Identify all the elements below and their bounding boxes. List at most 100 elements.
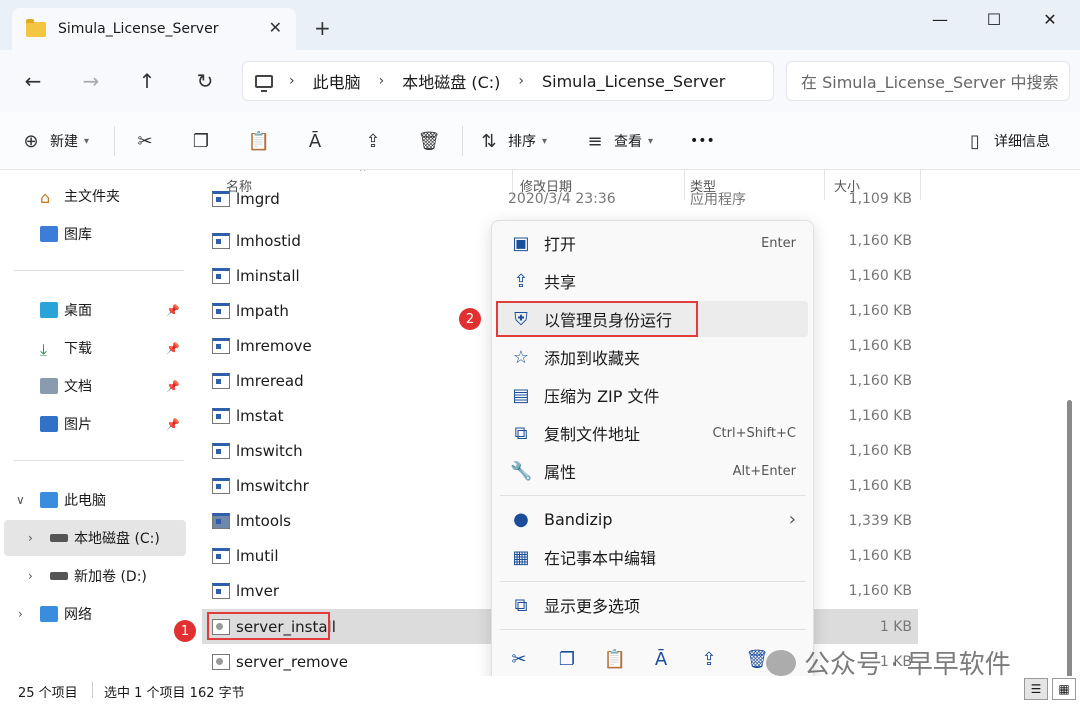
sidebar-item-network[interactable]: › 网络 [0,596,186,632]
address-bar[interactable]: › 此电脑 › 本地磁盘 (C:) › Simula_License_Serve… [242,61,774,101]
sort-button[interactable]: ⇅ 排序 ▾ [478,126,547,156]
chevron-right-icon: › [18,607,23,621]
forward-button[interactable]: → [76,66,106,96]
menu-item-bandizip[interactable]: ● Bandizip › [498,501,808,537]
share-icon[interactable]: ⇪ [696,649,722,675]
menu-item-open[interactable]: ▣ 打开 Enter [498,225,808,261]
new-tab-button[interactable]: + [314,16,331,40]
delete-button[interactable]: 🗑 [417,126,441,156]
more-button[interactable]: ••• [690,126,715,156]
new-label: 新建 [50,134,78,150]
file-size: 1,160 KB [848,232,912,249]
details-label: 详细信息 [994,134,1050,150]
sidebar-item-drive-c[interactable]: › 本地磁盘 (C:) [4,520,186,556]
zip-icon: ▤ [512,384,530,406]
details-pane-button[interactable]: ▯ 详细信息 [964,126,1050,156]
sort-arrow-icon: ⌃ [358,170,368,179]
file-name: lmtools [236,511,291,530]
tab-simula[interactable]: Simula_License_Server ✕ [12,8,296,50]
copy-icon[interactable]: ❐ [554,649,580,675]
file-size: 1,160 KB [848,372,912,389]
minimize-button[interactable]: — [920,6,960,32]
menu-item-share[interactable]: ⇪ 共享 [498,263,808,299]
chevron-right-icon: › [28,531,33,545]
copy-path-icon: ⧉ [514,422,528,444]
file-size: 1,160 KB [848,477,912,494]
sidebar-item-label: 下载 [64,341,92,357]
file-type: 应用程序 [690,192,746,208]
status-divider [92,682,93,698]
tab-close-icon[interactable]: ✕ [269,18,282,37]
sidebar-item-home[interactable]: ⌂ 主文件夹 [0,178,186,214]
file-name: lmutil [236,546,279,565]
step-marker-1: 1 [174,620,196,642]
vertical-scrollbar[interactable] [1067,400,1072,680]
star-icon: ☆ [512,346,530,368]
drive-icon [50,572,68,580]
bandizip-icon: ● [513,508,529,530]
menu-item-label: 属性 [544,463,577,482]
share-icon: ⇪ [513,270,529,292]
wechat-logo-icon [766,649,796,676]
sidebar-item-pictures[interactable]: 图片 📌 [0,406,186,442]
toolbar-divider [462,126,463,156]
menu-item-show-more[interactable]: ⧉ 显示更多选项 [498,587,808,623]
refresh-button[interactable]: ↻ [190,66,220,96]
trash-icon: 🗑 [417,130,441,152]
menu-divider [500,495,806,496]
menu-shortcut: Enter [761,235,796,251]
details-view-button[interactable]: ☰ [1024,678,1048,700]
file-name: lmpath [236,301,289,320]
rename-button[interactable]: Ā [304,126,326,156]
up-button[interactable]: ↑ [132,66,162,96]
breadcrumb-drive-c[interactable]: 本地磁盘 (C:) [402,69,500,93]
file-name: server_remove [236,652,348,671]
app-icon [212,267,230,284]
selection-info: 选中 1 个项目 162 字节 [104,686,245,701]
folder-icon [26,18,46,37]
breadcrumb-folder[interactable]: Simula_License_Server [542,72,725,91]
back-button[interactable]: ← [18,66,48,96]
pc-icon [40,492,58,508]
document-icon [40,378,58,394]
sidebar-item-drive-d[interactable]: › 新加卷 (D:) [0,558,186,594]
submenu-arrow-icon: › [788,508,796,530]
file-row-lmgrd[interactable]: lmgrd 2020/3/4 23:36 应用程序 1,109 KB [202,188,918,210]
menu-item-add-favorites[interactable]: ☆ 添加到收藏夹 [498,339,808,375]
details-pane-icon: ▯ [970,130,980,152]
copy-button[interactable]: ❐ [190,126,212,156]
cut-icon[interactable]: ✂ [506,649,532,675]
menu-item-edit-notepad[interactable]: ▦ 在记事本中编辑 [498,539,808,575]
menu-item-copy-path[interactable]: ⧉ 复制文件地址 Ctrl+Shift+C [498,415,808,451]
cut-button[interactable]: ✂ [134,126,156,156]
paste-button[interactable]: 📋 [248,126,270,156]
maximize-button[interactable]: ☐ [974,6,1014,32]
plus-circle-icon: ⊕ [23,130,39,152]
file-name: lmgrd [236,190,280,208]
menu-item-properties[interactable]: 🔧 属性 Alt+Enter [498,453,808,489]
sidebar-item-this-pc[interactable]: ∨ 此电脑 [0,482,186,518]
rename-icon[interactable]: Ā [648,649,674,675]
tiles-view-button[interactable]: ▦ [1052,678,1076,700]
sidebar-item-desktop[interactable]: 桌面 📌 [0,292,186,328]
item-count: 25 个项目 [18,686,78,701]
sidebar-item-downloads[interactable]: ⤓ 下载 📌 [0,330,186,366]
view-button[interactable]: ≡ 查看 ▾ [584,126,653,156]
sidebar-item-gallery[interactable]: 图库 [0,216,186,252]
highlight-run-as-admin [496,301,698,337]
search-input[interactable]: 在 Simula_License_Server 中搜索 [786,61,1070,101]
new-button[interactable]: ⊕ 新建 ▾ [20,126,89,156]
paste-icon[interactable]: 📋 [602,649,628,675]
sidebar-item-label: 桌面 [64,303,92,319]
app-icon [212,477,230,494]
sidebar-item-documents[interactable]: 文档 📌 [0,368,186,404]
menu-item-compress-zip[interactable]: ▤ 压缩为 ZIP 文件 [498,377,808,413]
pin-icon: 📌 [166,341,180,355]
breadcrumb-this-pc[interactable]: 此电脑 [313,69,361,93]
share-button[interactable]: ⇪ [362,126,384,156]
sidebar-item-label: 本地磁盘 (C:) [74,531,160,547]
close-window-button[interactable]: ✕ [1030,6,1070,32]
app-icon [212,442,230,459]
menu-item-label: 在记事本中编辑 [544,549,657,568]
network-icon [40,606,58,622]
